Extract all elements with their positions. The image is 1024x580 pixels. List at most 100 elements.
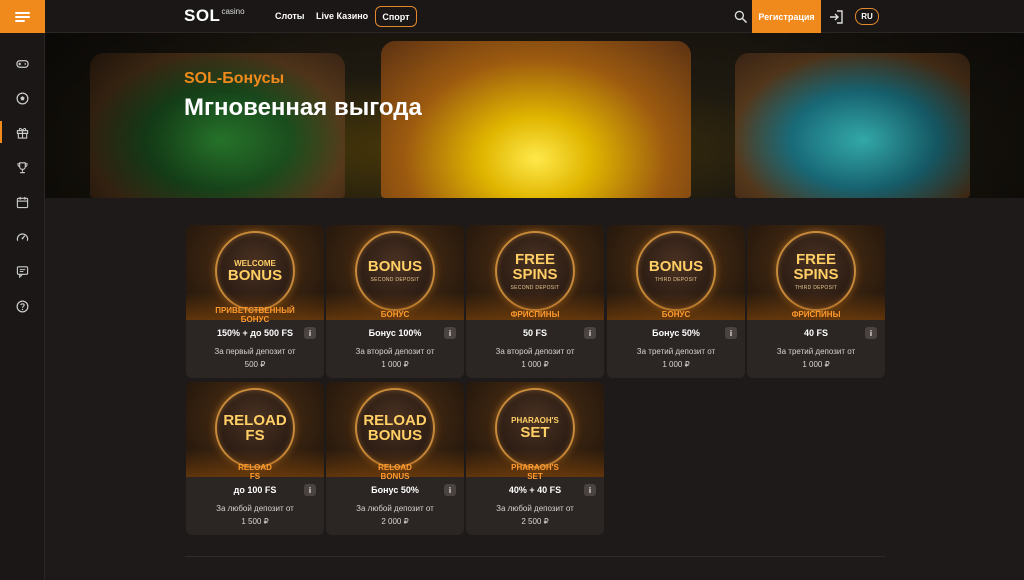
bonus-badge: BONUS SECOND DEPOSIT (355, 231, 435, 311)
info-button[interactable]: i (304, 484, 316, 496)
bonus-type-line: BONUS (380, 472, 410, 481)
bonus-badge-text: BONUS (367, 258, 423, 275)
sidebar-item-calendar[interactable] (0, 187, 45, 217)
bonus-badge-subtext: THIRD DEPOSIT (794, 284, 838, 291)
gift-icon (16, 127, 29, 139)
register-button[interactable]: Регистрация (752, 0, 821, 33)
sidebar-item-fast-games[interactable] (0, 222, 45, 252)
bonus-badge-subtext: SECOND DEPOSIT (370, 277, 420, 283)
login-icon[interactable] (828, 9, 844, 25)
bonus-type-label: БОНУС (607, 310, 745, 319)
sport-button[interactable]: Спорт (375, 6, 417, 27)
bonus-condition-text: За любой депозит от (496, 504, 574, 513)
bonus-type-line: RELOAD (238, 463, 272, 472)
bonus-condition: За второй депозит от 1 000 ₽ (326, 345, 464, 371)
bonus-min-deposit: 2 000 ₽ (381, 517, 409, 526)
bonus-badge-text: BONUS (367, 427, 423, 444)
menu-button[interactable] (0, 0, 45, 33)
bonus-badge-text: BONUS (227, 266, 283, 284)
bonus-condition-text: За второй депозит от (355, 347, 435, 356)
bonus-type-line: RELOAD (378, 463, 412, 472)
search-icon[interactable] (734, 10, 747, 23)
bonus-badge-text: FREE (514, 250, 555, 268)
bonus-badge-text: RELOAD FS (223, 412, 287, 444)
bonus-badge-text: SPINS (793, 265, 839, 283)
bonus-condition: За любой депозит от 2 500 ₽ (466, 502, 604, 528)
bonus-type-line: SET (527, 472, 543, 481)
sidebar (0, 33, 45, 580)
bonus-condition: За любой депозит от 2 000 ₽ (326, 502, 464, 528)
bonus-card[interactable]: BONUS SECOND DEPOSIT БОНУС Бонус 100% i За вт… (326, 225, 464, 378)
bonus-type-label: RELOAD BONUS (326, 463, 464, 481)
bonus-card-image: FREE SPINS THIRD DEPOSIT (747, 225, 885, 320)
sidebar-item-sport[interactable] (0, 83, 45, 113)
bonus-type-line: БОНУС (240, 315, 270, 324)
bonus-type-line: БОНУС (661, 310, 691, 319)
bonus-condition: За третий депозит от 1 000 ₽ (607, 345, 745, 371)
bonus-card[interactable]: RELOAD BONUS RELOAD BONUS Бонус 50% i За любой… (326, 382, 464, 535)
bonus-type-label: БОНУС (326, 310, 464, 319)
bonus-badge: FREE SPINS SECOND DEPOSIT (495, 231, 575, 311)
sidebar-item-tournaments[interactable] (0, 152, 45, 182)
info-button[interactable]: i (584, 484, 596, 496)
bonus-card[interactable]: PHARAOH'S SET PHARAOH'S SET 40% + 40 FS i За л… (466, 382, 604, 535)
bonus-condition-text: За третий депозит от (636, 347, 716, 356)
bonus-card[interactable]: FREE SPINS SECOND DEPOSIT ФРИСПИНЫ 50 FS i За … (466, 225, 604, 378)
bonus-type-line: FS (249, 472, 261, 481)
info-button[interactable]: i (584, 327, 596, 339)
bonus-card[interactable]: RELOAD FS RELOAD FS до 100 FS i За любой депо… (186, 382, 324, 535)
nav-slots[interactable]: Слоты (275, 11, 304, 21)
sidebar-item-games[interactable] (0, 48, 45, 78)
divider (185, 556, 885, 557)
hamburger-icon (15, 12, 30, 14)
bonus-min-deposit: 1 000 ₽ (521, 360, 549, 369)
nav-live-casino[interactable]: Live Казино (316, 11, 368, 21)
top-bar: SOL casino Слоты Live Казино Спорт Регис… (0, 0, 1024, 33)
bonus-condition-text: За любой депозит от (356, 504, 434, 513)
bonus-badge: RELOAD FS (215, 388, 295, 468)
sidebar-item-help[interactable] (0, 291, 45, 321)
bonus-card[interactable]: FREE SPINS THIRD DEPOSIT ФРИСПИНЫ 40 FS i За т… (747, 225, 885, 378)
trophy-icon (17, 161, 28, 173)
bonus-type-label: ФРИСПИНЫ (466, 310, 604, 319)
logo-subtext: casino (221, 7, 245, 16)
hamburger-icon-line (15, 16, 30, 18)
bonus-min-deposit: 1 500 ₽ (241, 517, 269, 526)
gamepad-icon (16, 59, 29, 68)
bonus-badge: WELCOME BONUS (215, 231, 295, 311)
info-button[interactable]: i (725, 327, 737, 339)
logo[interactable]: SOL casino (184, 6, 245, 26)
bonus-min-deposit: 1 000 ₽ (802, 360, 830, 369)
bonus-condition: За любой депозит от 1 500 ₽ (186, 502, 324, 528)
info-button[interactable]: i (444, 327, 456, 339)
language-selector[interactable]: RU (855, 8, 879, 25)
bonus-badge: FREE SPINS THIRD DEPOSIT (776, 231, 856, 311)
info-button[interactable]: i (444, 484, 456, 496)
bonus-card[interactable]: BONUS THIRD DEPOSIT БОНУС Бонус 50% i За трет… (607, 225, 745, 378)
bonus-badge-text: RELOAD (363, 412, 427, 429)
bonus-card[interactable]: WELCOME BONUS ПРИВЕТСТВЕННЫЙ БОНУС 150% + до… (186, 225, 324, 378)
hamburger-icon-line-short (15, 20, 25, 22)
info-button[interactable]: i (865, 327, 877, 339)
bonus-badge-subtext: SECOND DEPOSIT (510, 284, 560, 291)
calendar-icon (16, 196, 29, 208)
sidebar-item-support-chat[interactable] (0, 256, 45, 286)
bonus-card-image: BONUS SECOND DEPOSIT (326, 225, 464, 320)
bonus-condition: За второй депозит от 1 000 ₽ (466, 345, 604, 371)
bonus-min-deposit: 2 500 ₽ (521, 517, 549, 526)
sidebar-item-bonuses[interactable] (0, 117, 45, 147)
bonus-type-label: RELOAD FS (186, 463, 324, 481)
help-icon (16, 300, 29, 312)
info-button[interactable]: i (304, 327, 316, 339)
bonus-min-deposit: 500 ₽ (244, 360, 266, 369)
bonus-badge-text: BONUS (648, 258, 704, 275)
bonus-condition-text: За второй депозит от (495, 347, 575, 356)
bonus-badge-subtext: THIRD DEPOSIT (654, 277, 698, 283)
bonus-type-label: ПРИВЕТСТВЕННЫЙ БОНУС (186, 306, 324, 324)
chat-icon (16, 265, 29, 278)
soccer-ball-icon (16, 92, 29, 104)
logo-text: SOL (184, 6, 221, 25)
bonus-type-line: ПРИВЕТСТВЕННЫЙ (215, 306, 295, 315)
bonus-card-image: FREE SPINS SECOND DEPOSIT (466, 225, 604, 320)
hero-subtitle: SOL-Бонусы (184, 70, 285, 87)
